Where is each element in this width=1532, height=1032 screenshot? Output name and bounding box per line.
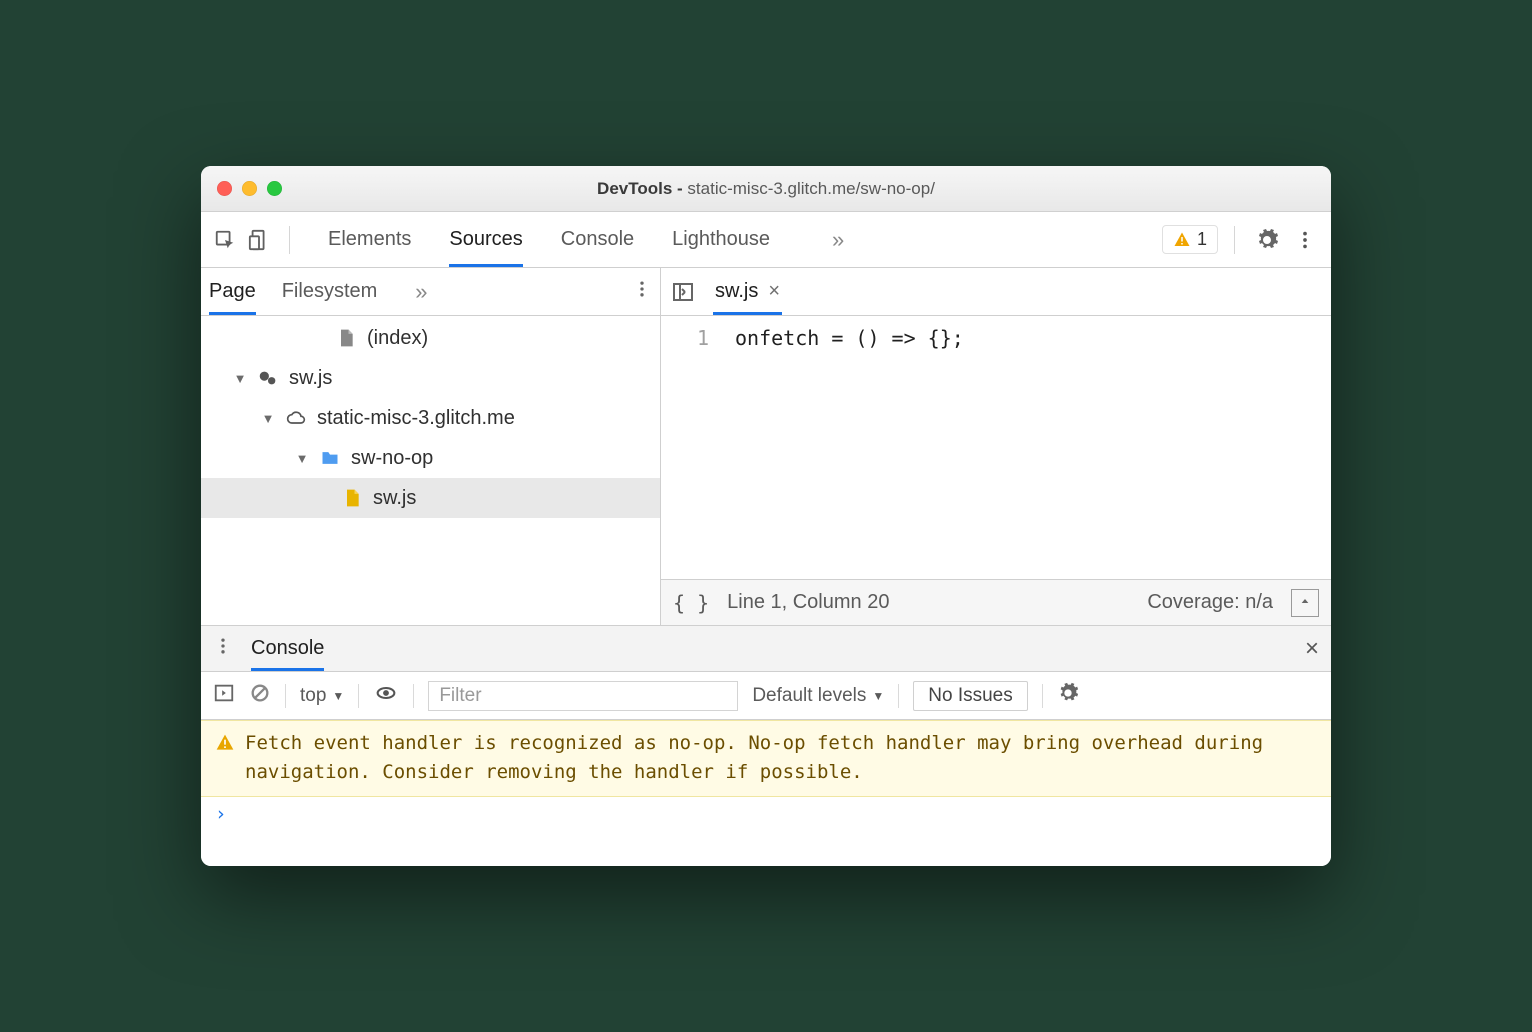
separator	[1042, 684, 1043, 708]
console-warning-row[interactable]: Fetch event handler is recognized as no-…	[201, 720, 1331, 797]
drawer-tab-console[interactable]: Console	[251, 626, 324, 671]
filter-input[interactable]	[428, 681, 738, 711]
separator	[358, 684, 359, 708]
tree-file-swjs[interactable]: sw.js	[201, 478, 660, 518]
separator	[898, 684, 899, 708]
code-content: onfetch = () => {};	[721, 316, 964, 579]
clear-console-icon[interactable]	[249, 682, 271, 710]
console-settings-icon[interactable]	[1057, 682, 1079, 710]
line-number: 1	[661, 326, 709, 350]
js-file-icon	[341, 487, 363, 509]
main-toolbar: Elements Sources Console Lighthouse » 1	[201, 212, 1331, 268]
tree-worker[interactable]: ▼ sw.js	[201, 358, 660, 398]
editor-panel: sw.js × 1 onfetch = () => {}; { } Line 1…	[661, 268, 1331, 625]
separator	[413, 684, 414, 708]
more-tabs-icon[interactable]: »	[832, 227, 844, 253]
more-navigator-tabs-icon[interactable]: »	[415, 279, 427, 305]
dropdown-triangle-icon: ▼	[332, 689, 344, 703]
tree-label: sw.js	[373, 487, 416, 510]
tab-elements[interactable]: Elements	[328, 212, 411, 267]
warning-icon	[1173, 231, 1191, 249]
tab-console[interactable]: Console	[561, 212, 634, 267]
tree-label: static-misc-3.glitch.me	[317, 407, 515, 430]
titlebar: DevTools - static-misc-3.glitch.me/sw-no…	[201, 166, 1331, 212]
navigator-tab-page[interactable]: Page	[209, 268, 256, 315]
tree-file-index[interactable]: (index)	[201, 318, 660, 358]
tree-domain[interactable]: ▼ static-misc-3.glitch.me	[201, 398, 660, 438]
pretty-print-icon[interactable]: { }	[673, 591, 709, 615]
log-levels-selector[interactable]: Default levels ▼	[752, 685, 884, 707]
navigator-tab-filesystem[interactable]: Filesystem	[282, 268, 378, 315]
toggle-navigator-icon[interactable]	[669, 278, 697, 306]
editor-tabs: sw.js ×	[661, 268, 1331, 316]
warning-text: Fetch event handler is recognized as no-…	[245, 729, 1317, 788]
device-toggle-icon[interactable]	[245, 226, 273, 254]
document-icon	[335, 327, 357, 349]
disclosure-triangle-icon[interactable]: ▼	[295, 451, 309, 466]
dropdown-triangle-icon: ▼	[872, 689, 884, 703]
disclosure-triangle-icon[interactable]: ▼	[233, 371, 247, 386]
disclosure-triangle-icon[interactable]: ▼	[261, 411, 275, 426]
console-prompt[interactable]: ›	[201, 797, 1331, 831]
inspect-element-icon[interactable]	[211, 226, 239, 254]
close-tab-icon[interactable]: ×	[768, 280, 780, 303]
editor-tab-swjs[interactable]: sw.js ×	[713, 268, 782, 315]
warning-icon	[215, 733, 235, 753]
cloud-icon	[285, 407, 307, 429]
live-expression-icon[interactable]	[373, 683, 399, 709]
code-editor[interactable]: 1 onfetch = () => {};	[661, 316, 1331, 579]
separator	[1234, 226, 1235, 254]
tree-label: sw.js	[289, 367, 332, 390]
prompt-chevron-icon: ›	[215, 803, 226, 825]
panel-tabs: Elements Sources Console Lighthouse »	[328, 212, 844, 267]
navigator-panel: Page Filesystem » (index) ▼	[201, 268, 661, 625]
tab-lighthouse[interactable]: Lighthouse	[672, 212, 770, 267]
title-prefix: DevTools -	[597, 179, 687, 198]
folder-icon	[319, 447, 341, 469]
tree-folder[interactable]: ▼ sw-no-op	[201, 438, 660, 478]
editor-tab-label: sw.js	[715, 280, 758, 303]
coverage-status: Coverage: n/a	[1147, 591, 1273, 614]
sources-panel: Page Filesystem » (index) ▼	[201, 268, 1331, 626]
tab-sources[interactable]: Sources	[449, 212, 522, 267]
levels-label: Default levels	[752, 685, 866, 707]
more-menu-icon[interactable]	[1289, 224, 1321, 256]
separator	[289, 226, 290, 254]
editor-status-bar: { } Line 1, Column 20 Coverage: n/a	[661, 579, 1331, 625]
navigator-tabs: Page Filesystem »	[201, 268, 660, 316]
close-drawer-icon[interactable]: ×	[1305, 635, 1319, 663]
console-toolbar: top ▼ Default levels ▼ No Issues	[201, 672, 1331, 720]
issues-button[interactable]: No Issues	[913, 681, 1027, 711]
console-drawer: Console × top ▼ Default levels ▼	[201, 626, 1331, 866]
file-tree: (index) ▼ sw.js ▼ static-misc-3.	[201, 316, 660, 625]
devtools-window: DevTools - static-misc-3.glitch.me/sw-no…	[201, 166, 1331, 866]
separator	[285, 684, 286, 708]
context-selector[interactable]: top ▼	[300, 685, 344, 707]
drawer-menu-icon[interactable]	[213, 636, 233, 662]
warnings-badge[interactable]: 1	[1162, 225, 1218, 254]
drawer-tabs: Console ×	[201, 626, 1331, 672]
tree-label: (index)	[367, 327, 428, 350]
title-url: static-misc-3.glitch.me/sw-no-op/	[687, 179, 935, 198]
window-title: DevTools - static-misc-3.glitch.me/sw-no…	[201, 179, 1331, 199]
console-output: Fetch event handler is recognized as no-…	[201, 720, 1331, 866]
cursor-position: Line 1, Column 20	[727, 591, 889, 614]
tree-label: sw-no-op	[351, 447, 433, 470]
show-sidebar-icon[interactable]	[213, 682, 235, 710]
line-gutter: 1	[661, 316, 721, 579]
warnings-count: 1	[1197, 229, 1207, 250]
service-worker-icon	[257, 367, 279, 389]
navigator-menu-icon[interactable]	[632, 279, 652, 305]
settings-icon[interactable]	[1251, 224, 1283, 256]
context-label: top	[300, 685, 326, 707]
show-drawer-icon[interactable]	[1291, 589, 1319, 617]
